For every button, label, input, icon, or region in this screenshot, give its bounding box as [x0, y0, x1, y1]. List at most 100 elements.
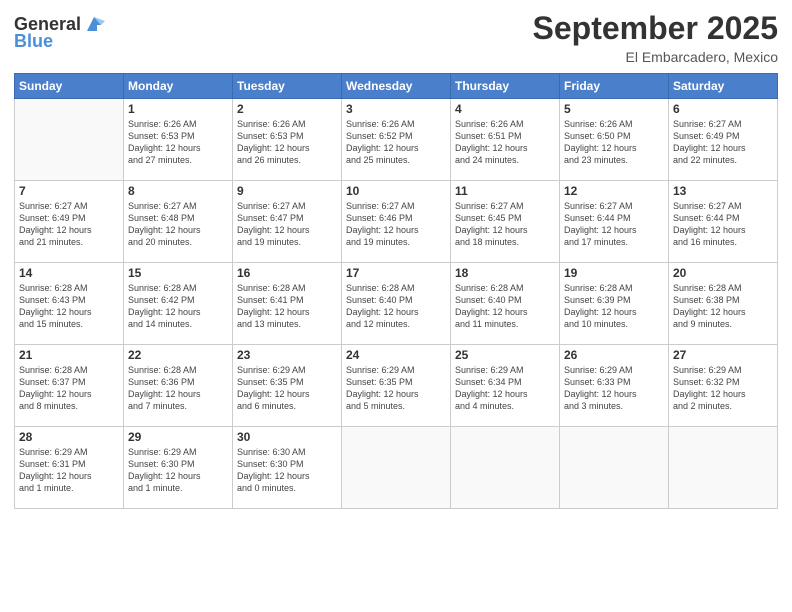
calendar-cell: 9 Sunrise: 6:27 AM Sunset: 6:47 PM Daylig…	[233, 181, 342, 263]
calendar-cell: 26 Sunrise: 6:29 AM Sunset: 6:33 PM Dayli…	[560, 345, 669, 427]
day-info: Sunrise: 6:27 AM Sunset: 6:44 PM Dayligh…	[673, 200, 773, 249]
header-wednesday: Wednesday	[342, 74, 451, 99]
calendar-week-row: 28Sunrise: 6:29 AM Sunset: 6:31 PM Dayli…	[15, 427, 778, 509]
calendar-cell	[560, 427, 669, 509]
day-info: Sunrise: 6:27 AM Sunset: 6:45 PM Dayligh…	[455, 200, 555, 249]
calendar-cell: 29 Sunrise: 6:29 AM Sunset: 6:30 PM Dayli…	[124, 427, 233, 509]
day-number: 1	[128, 102, 228, 116]
calendar-cell: 10 Sunrise: 6:27 AM Sunset: 6:46 PM Dayli…	[342, 181, 451, 263]
day-number: 11	[455, 184, 555, 198]
header-saturday: Saturday	[669, 74, 778, 99]
day-number: 14	[19, 266, 119, 280]
day-number: 23	[237, 348, 337, 362]
page: General Blue September 2025 El Embarcade…	[0, 0, 792, 612]
header-friday: Friday	[560, 74, 669, 99]
day-info: Sunrise: 6:27 AM Sunset: 6:49 PM Dayligh…	[673, 118, 773, 167]
calendar-cell: 17 Sunrise: 6:28 AM Sunset: 6:40 PM Dayli…	[342, 263, 451, 345]
calendar-cell: 24 Sunrise: 6:29 AM Sunset: 6:35 PM Dayli…	[342, 345, 451, 427]
day-number: 8	[128, 184, 228, 198]
calendar-cell: 2 Sunrise: 6:26 AM Sunset: 6:53 PM Daylig…	[233, 99, 342, 181]
logo: General Blue	[14, 14, 105, 52]
day-info: Sunrise: 6:29 AM Sunset: 6:30 PM Dayligh…	[128, 446, 228, 495]
calendar-week-row: 7 Sunrise: 6:27 AM Sunset: 6:49 PM Daylig…	[15, 181, 778, 263]
day-info: Sunrise: 6:28 AM Sunset: 6:36 PM Dayligh…	[128, 364, 228, 413]
day-number: 27	[673, 348, 773, 362]
calendar-cell: 23 Sunrise: 6:29 AM Sunset: 6:35 PM Dayli…	[233, 345, 342, 427]
header-tuesday: Tuesday	[233, 74, 342, 99]
calendar-cell: 15 Sunrise: 6:28 AM Sunset: 6:42 PM Dayli…	[124, 263, 233, 345]
calendar-cell	[451, 427, 560, 509]
calendar-table: Sunday Monday Tuesday Wednesday Thursday…	[14, 73, 778, 509]
day-number: 18	[455, 266, 555, 280]
calendar-cell: 11 Sunrise: 6:27 AM Sunset: 6:45 PM Dayli…	[451, 181, 560, 263]
day-number: 30	[237, 430, 337, 444]
month-title: September 2025	[533, 10, 778, 47]
day-number: 24	[346, 348, 446, 362]
calendar-cell: 3 Sunrise: 6:26 AM Sunset: 6:52 PM Daylig…	[342, 99, 451, 181]
calendar-cell: 20 Sunrise: 6:28 AM Sunset: 6:38 PM Dayli…	[669, 263, 778, 345]
calendar-cell: 16Sunrise: 6:28 AM Sunset: 6:41 PM Dayli…	[233, 263, 342, 345]
day-info: Sunrise: 6:26 AM Sunset: 6:52 PM Dayligh…	[346, 118, 446, 167]
day-info: Sunrise: 6:26 AM Sunset: 6:51 PM Dayligh…	[455, 118, 555, 167]
day-number: 16	[237, 266, 337, 280]
day-info: Sunrise: 6:26 AM Sunset: 6:53 PM Dayligh…	[237, 118, 337, 167]
day-info: Sunrise: 6:29 AM Sunset: 6:34 PM Dayligh…	[455, 364, 555, 413]
calendar-cell: 6Sunrise: 6:27 AM Sunset: 6:49 PM Daylig…	[669, 99, 778, 181]
calendar-cell	[342, 427, 451, 509]
day-info: Sunrise: 6:29 AM Sunset: 6:33 PM Dayligh…	[564, 364, 664, 413]
day-info: Sunrise: 6:27 AM Sunset: 6:48 PM Dayligh…	[128, 200, 228, 249]
calendar-cell: 28Sunrise: 6:29 AM Sunset: 6:31 PM Dayli…	[15, 427, 124, 509]
day-info: Sunrise: 6:29 AM Sunset: 6:35 PM Dayligh…	[237, 364, 337, 413]
header-monday: Monday	[124, 74, 233, 99]
day-number: 12	[564, 184, 664, 198]
calendar-cell: 4Sunrise: 6:26 AM Sunset: 6:51 PM Daylig…	[451, 99, 560, 181]
day-number: 26	[564, 348, 664, 362]
day-number: 9	[237, 184, 337, 198]
day-info: Sunrise: 6:30 AM Sunset: 6:30 PM Dayligh…	[237, 446, 337, 495]
calendar-cell: 13Sunrise: 6:27 AM Sunset: 6:44 PM Dayli…	[669, 181, 778, 263]
day-number: 25	[455, 348, 555, 362]
calendar-week-row: 14 Sunrise: 6:28 AM Sunset: 6:43 PM Dayli…	[15, 263, 778, 345]
day-info: Sunrise: 6:26 AM Sunset: 6:50 PM Dayligh…	[564, 118, 664, 167]
day-number: 15	[128, 266, 228, 280]
header-thursday: Thursday	[451, 74, 560, 99]
day-number: 20	[673, 266, 773, 280]
day-number: 10	[346, 184, 446, 198]
calendar-cell: 5 Sunrise: 6:26 AM Sunset: 6:50 PM Daylig…	[560, 99, 669, 181]
calendar-cell: 22 Sunrise: 6:28 AM Sunset: 6:36 PM Dayli…	[124, 345, 233, 427]
day-info: Sunrise: 6:29 AM Sunset: 6:35 PM Dayligh…	[346, 364, 446, 413]
calendar-cell	[669, 427, 778, 509]
calendar-cell: 19Sunrise: 6:28 AM Sunset: 6:39 PM Dayli…	[560, 263, 669, 345]
day-info: Sunrise: 6:27 AM Sunset: 6:46 PM Dayligh…	[346, 200, 446, 249]
day-number: 29	[128, 430, 228, 444]
day-info: Sunrise: 6:28 AM Sunset: 6:40 PM Dayligh…	[346, 282, 446, 331]
calendar-cell: 8 Sunrise: 6:27 AM Sunset: 6:48 PM Daylig…	[124, 181, 233, 263]
calendar-week-row: 21Sunrise: 6:28 AM Sunset: 6:37 PM Dayli…	[15, 345, 778, 427]
logo-icon	[83, 13, 105, 35]
weekday-header-row: Sunday Monday Tuesday Wednesday Thursday…	[15, 74, 778, 99]
day-number: 21	[19, 348, 119, 362]
day-info: Sunrise: 6:28 AM Sunset: 6:42 PM Dayligh…	[128, 282, 228, 331]
calendar-cell: 7 Sunrise: 6:27 AM Sunset: 6:49 PM Daylig…	[15, 181, 124, 263]
calendar-cell: 25 Sunrise: 6:29 AM Sunset: 6:34 PM Dayli…	[451, 345, 560, 427]
location-subtitle: El Embarcadero, Mexico	[533, 49, 778, 65]
day-number: 5	[564, 102, 664, 116]
logo-blue-text: Blue	[14, 31, 53, 52]
day-info: Sunrise: 6:27 AM Sunset: 6:49 PM Dayligh…	[19, 200, 119, 249]
calendar-cell: 30 Sunrise: 6:30 AM Sunset: 6:30 PM Dayli…	[233, 427, 342, 509]
calendar-cell: 18Sunrise: 6:28 AM Sunset: 6:40 PM Dayli…	[451, 263, 560, 345]
calendar-cell	[15, 99, 124, 181]
day-number: 22	[128, 348, 228, 362]
day-info: Sunrise: 6:28 AM Sunset: 6:38 PM Dayligh…	[673, 282, 773, 331]
header: General Blue September 2025 El Embarcade…	[14, 10, 778, 65]
day-info: Sunrise: 6:29 AM Sunset: 6:31 PM Dayligh…	[19, 446, 119, 495]
calendar-cell: 21Sunrise: 6:28 AM Sunset: 6:37 PM Dayli…	[15, 345, 124, 427]
day-number: 2	[237, 102, 337, 116]
day-number: 17	[346, 266, 446, 280]
day-number: 7	[19, 184, 119, 198]
day-number: 3	[346, 102, 446, 116]
day-info: Sunrise: 6:28 AM Sunset: 6:43 PM Dayligh…	[19, 282, 119, 331]
calendar-cell: 27Sunrise: 6:29 AM Sunset: 6:32 PM Dayli…	[669, 345, 778, 427]
day-info: Sunrise: 6:27 AM Sunset: 6:47 PM Dayligh…	[237, 200, 337, 249]
calendar-cell: 12Sunrise: 6:27 AM Sunset: 6:44 PM Dayli…	[560, 181, 669, 263]
